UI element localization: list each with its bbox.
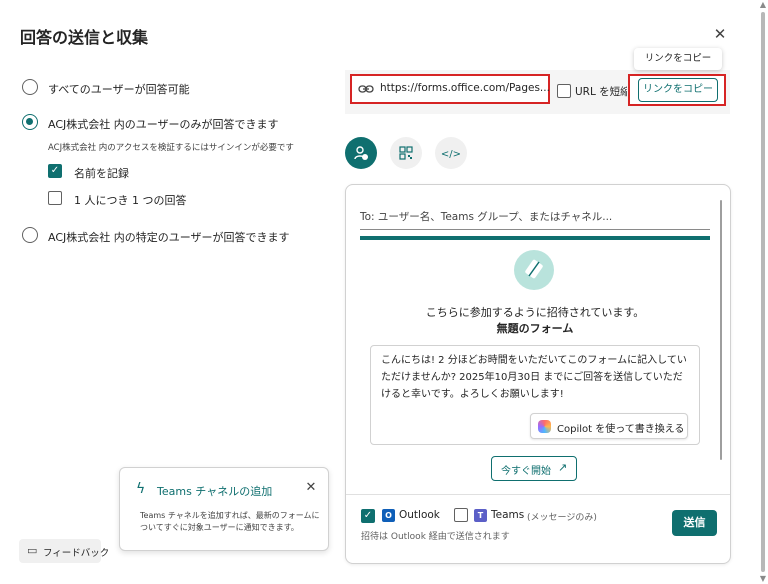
scroll-up-icon[interactable]: ▲ — [759, 1, 767, 9]
teams-label: Teams — [491, 509, 525, 521]
url-text: https://forms.office.com/Pages... — [380, 82, 550, 94]
footer-note: 招待は Outlook 経由で送信されます — [361, 532, 510, 542]
message-text: こんにちは! 2 分ほどお時間をいただいてこのフォームに記入していただけませんか… — [381, 355, 687, 400]
copy-link-tooltip: リンクをコピー — [634, 48, 722, 70]
dialog-title: 回答の送信と収集 — [20, 28, 149, 47]
outlook-icon: O — [382, 509, 395, 522]
link-icon — [358, 85, 374, 93]
teams-icon: T — [474, 509, 487, 522]
start-now-button[interactable]: 今すぐ開始 ↗ — [491, 456, 577, 481]
copy-link-button[interactable]: リンクをコピー — [638, 78, 718, 102]
scroll-thumb[interactable] — [761, 12, 765, 572]
org-signin-note: ACJ株式会社 内のアクセスを検証するにはサインインが必要です — [48, 143, 294, 153]
embed-code-button[interactable]: </> — [435, 137, 467, 169]
feedback-button[interactable]: ▭ フィードバック — [19, 539, 109, 563]
recipient-placeholder: To: ユーザー名、Teams グループ、またはチャネル... — [360, 211, 613, 223]
record-name-checkbox[interactable]: ✓ — [48, 164, 62, 178]
teams-channel-card — [119, 467, 329, 551]
lightning-icon: ϟ — [136, 481, 146, 497]
send-button[interactable]: 送信 — [672, 510, 717, 536]
panel-scrollbar[interactable] — [720, 200, 722, 460]
form-invite-icon — [514, 250, 554, 290]
teams-card-title[interactable]: Teams チャネルの追加 — [157, 483, 272, 499]
shorten-url-checkbox[interactable] — [557, 84, 571, 98]
embed-code-icon: </> — [440, 149, 462, 160]
share-people-icon — [354, 146, 368, 160]
feedback-label: フィードバック — [43, 548, 110, 559]
start-now-label: 今すぐ開始 — [501, 466, 551, 477]
option-everyone-label: すべてのユーザーが回答可能 — [48, 83, 190, 96]
qr-code-button[interactable] — [390, 137, 422, 169]
share-people-button[interactable] — [345, 137, 377, 169]
invite-text: こちらに参加するように招待されています。 — [425, 306, 645, 319]
qr-code-icon — [399, 146, 413, 160]
url-field[interactable]: https://forms.office.com/Pages... — [350, 74, 550, 104]
open-external-icon: ↗ — [558, 461, 568, 474]
record-name-label: 名前を記録 — [74, 167, 129, 180]
feedback-icon: ▭ — [27, 544, 38, 557]
close-icon[interactable]: ✕ — [712, 26, 728, 42]
teams-suffix: (メッセージのみ) — [527, 513, 597, 523]
outlook-label: Outlook — [399, 509, 440, 521]
copilot-rewrite-label: Copilot を使って書き換える — [557, 424, 685, 435]
scroll-down-icon[interactable]: ▼ — [759, 575, 767, 583]
option-org-only-label: ACJ株式会社 内のユーザーのみが回答できます — [48, 118, 279, 131]
copilot-rewrite-button[interactable]: Copilot を使って書き換える — [530, 413, 688, 439]
form-name: 無題のフォーム — [496, 322, 574, 335]
one-response-label: 1 人につき 1 つの回答 — [74, 194, 187, 207]
panel-footer-divider — [346, 494, 730, 495]
shorten-url-label: URL を短縮 — [575, 86, 627, 98]
invite-accent-bar — [360, 236, 710, 240]
radio-org-only[interactable] — [22, 114, 38, 130]
window-scrollbar[interactable]: ▲ ▼ — [758, 0, 768, 584]
outlook-checkbox[interactable]: ✓ — [361, 509, 375, 523]
radio-everyone[interactable] — [22, 79, 38, 95]
checkmark-icon: ✓ — [50, 165, 60, 176]
teams-checkbox[interactable] — [454, 508, 468, 522]
radio-specific-people[interactable] — [22, 227, 38, 243]
copilot-icon — [538, 420, 551, 433]
one-response-checkbox[interactable] — [48, 191, 62, 205]
recipient-input[interactable]: To: ユーザー名、Teams グループ、またはチャネル... — [360, 200, 710, 230]
teams-card-body: Teams チャネルを追加すれば、最新のフォームについてすぐに対象ユーザーに通知… — [140, 511, 320, 532]
checkmark-icon: ✓ — [363, 510, 373, 521]
close-icon[interactable]: ✕ — [304, 481, 318, 495]
option-specific-people-label: ACJ株式会社 内の特定のユーザーが回答できます — [48, 231, 290, 244]
